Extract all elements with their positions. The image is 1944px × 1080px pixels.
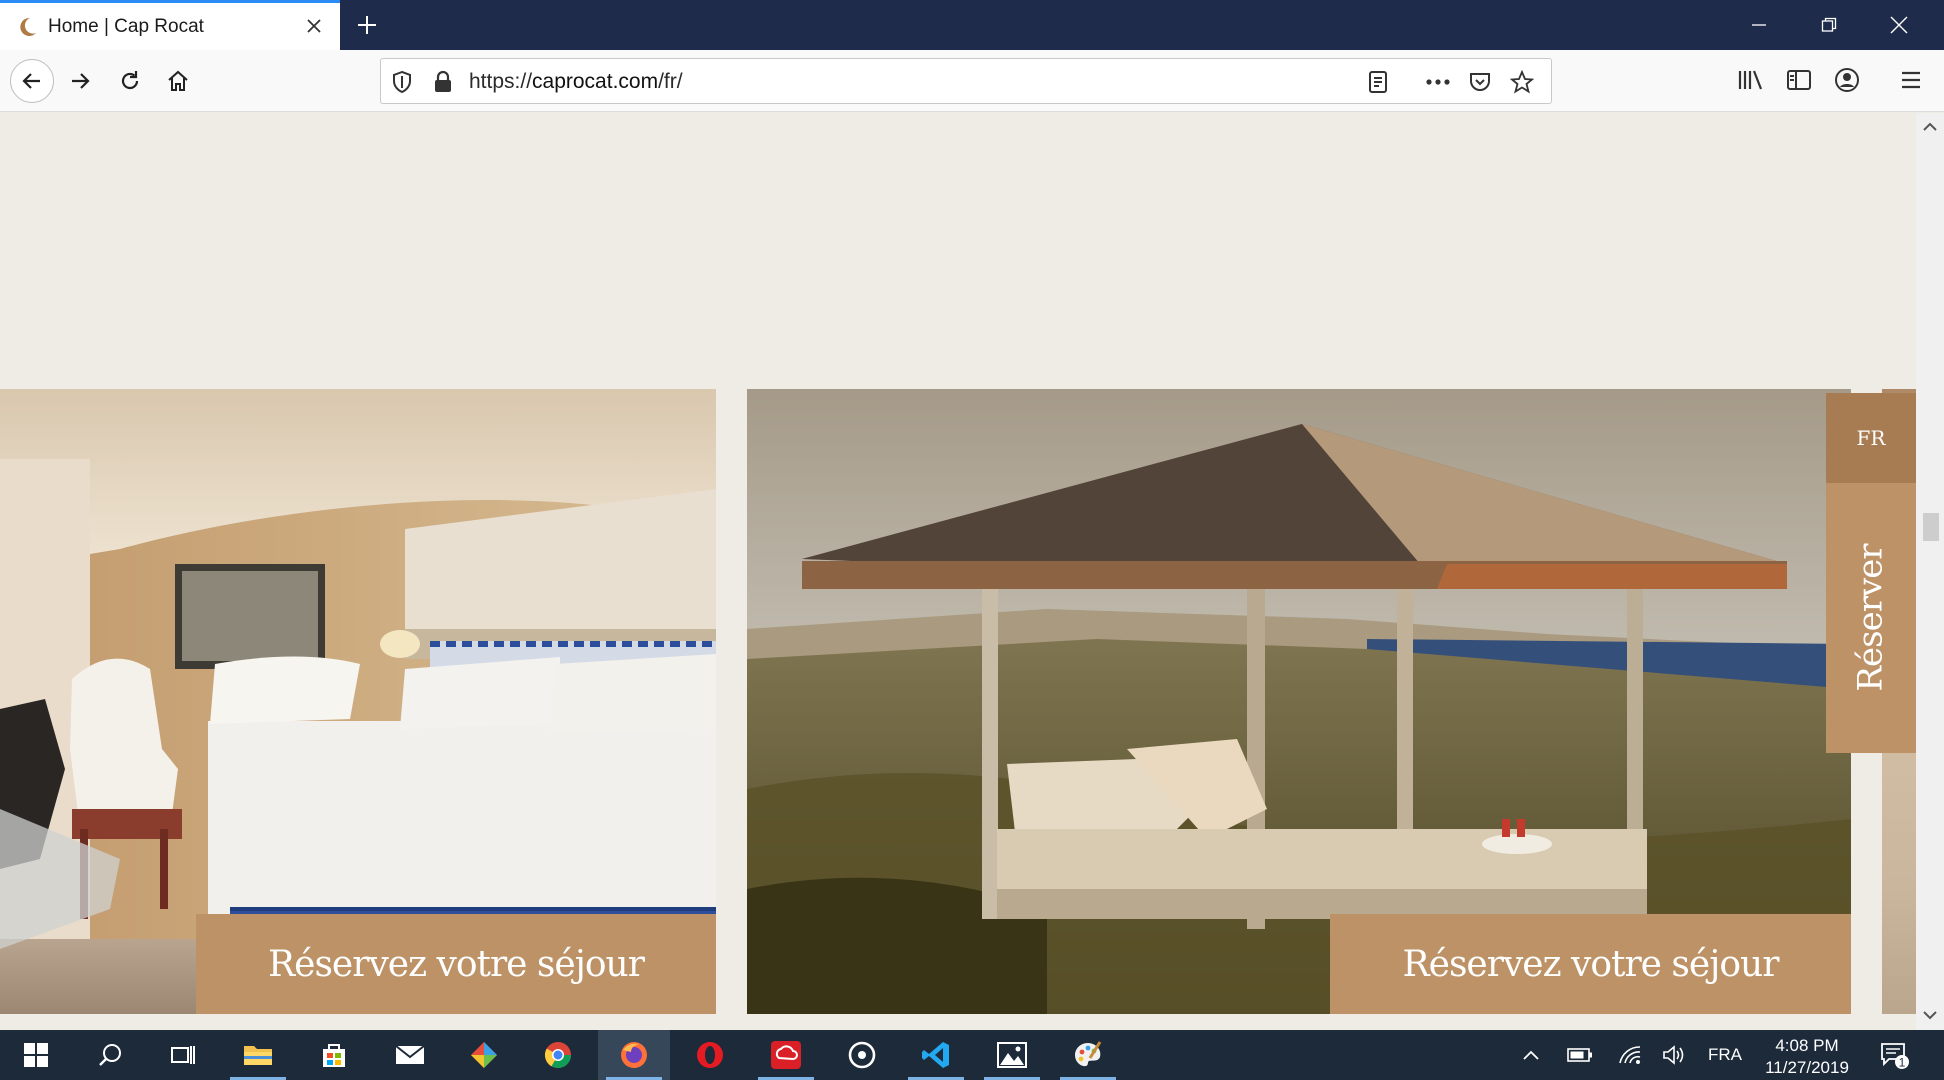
browser-tab[interactable]: Home | Cap Rocat: [0, 0, 340, 50]
clock-date: 11/27/2019: [1765, 1058, 1849, 1077]
clock[interactable]: 4:08 PM 11/27/2019: [1752, 1035, 1862, 1079]
chrome-icon[interactable]: [522, 1030, 594, 1080]
notifications-icon[interactable]: 1: [1872, 1030, 1916, 1080]
clock-time: 4:08 PM: [1775, 1036, 1839, 1055]
scroll-up-icon[interactable]: [1922, 119, 1938, 137]
home-button[interactable]: [158, 61, 198, 101]
reserve-side-button[interactable]: Réserver: [1826, 483, 1916, 753]
bookmark-star-icon[interactable]: [1509, 69, 1535, 95]
web-page: Réservez votre séjour Réservez votre séj…: [0, 113, 1916, 1030]
library-icon[interactable]: [1734, 63, 1768, 97]
close-tab-icon[interactable]: [302, 14, 326, 38]
paint-icon[interactable]: [1052, 1030, 1124, 1080]
book-stay-button[interactable]: Réservez votre séjour: [196, 914, 716, 1014]
address-bar[interactable]: https://caprocat.com/fr/: [380, 58, 1552, 104]
lock-icon[interactable]: [433, 70, 453, 99]
navigation-toolbar: https://caprocat.com/fr/: [0, 50, 1944, 112]
app-icon[interactable]: [448, 1030, 520, 1080]
tracking-shield-icon[interactable]: [391, 70, 413, 99]
pergola-card[interactable]: Réservez votre séjour: [747, 389, 1851, 1014]
scrollbar-thumb[interactable]: [1923, 513, 1939, 541]
restore-button[interactable]: [1794, 0, 1864, 50]
battery-icon[interactable]: [1562, 1030, 1598, 1080]
book-stay-button[interactable]: Réservez votre séjour: [1330, 914, 1851, 1014]
mail-icon[interactable]: [374, 1030, 446, 1080]
forward-button[interactable]: [60, 61, 100, 101]
opera-icon[interactable]: [674, 1030, 746, 1080]
input-language-indicator[interactable]: FRA: [1700, 1030, 1750, 1080]
store-icon[interactable]: [298, 1030, 370, 1080]
language-selector[interactable]: FR: [1826, 393, 1916, 483]
volume-icon[interactable]: [1656, 1030, 1692, 1080]
close-window-button[interactable]: [1864, 0, 1934, 50]
moon-favicon-icon: [14, 14, 40, 40]
url-text[interactable]: https://caprocat.com/fr/: [469, 70, 683, 94]
browser-titlebar: Home | Cap Rocat: [0, 0, 1944, 50]
show-hidden-icons-icon[interactable]: [1514, 1030, 1548, 1080]
svg-text:1: 1: [1899, 1056, 1906, 1070]
account-icon[interactable]: [1830, 63, 1864, 97]
page-scrollbar[interactable]: [1916, 113, 1944, 1030]
bedroom-card[interactable]: Réservez votre séjour: [0, 389, 716, 1014]
pocket-icon[interactable]: [1467, 69, 1493, 95]
reserve-label: Réserver: [1851, 544, 1891, 692]
new-tab-button[interactable]: [350, 8, 384, 42]
start-icon[interactable]: [0, 1030, 72, 1080]
reader-view-icon[interactable]: [1365, 69, 1391, 95]
firefox-icon[interactable]: [598, 1030, 670, 1080]
url-host: caprocat.com: [532, 70, 659, 93]
url-path: /fr/: [658, 70, 683, 93]
vscode-icon[interactable]: [900, 1030, 972, 1080]
scroll-down-icon[interactable]: [1922, 1009, 1938, 1027]
sidebar-icon[interactable]: [1782, 63, 1816, 97]
search-icon[interactable]: [74, 1030, 146, 1080]
windows-taskbar: FRA 4:08 PM 11/27/2019 1: [0, 1030, 1944, 1080]
back-button[interactable]: [10, 59, 54, 103]
reload-button[interactable]: [110, 61, 150, 101]
minimize-button[interactable]: [1724, 0, 1794, 50]
tab-title: Home | Cap Rocat: [48, 15, 204, 37]
media-icon[interactable]: [826, 1030, 898, 1080]
menu-hamburger-icon[interactable]: [1894, 63, 1928, 97]
wifi-icon[interactable]: [1612, 1030, 1648, 1080]
file-explorer-icon[interactable]: [222, 1030, 294, 1080]
page-actions-icon[interactable]: [1425, 69, 1451, 95]
url-scheme: https://: [469, 70, 533, 93]
task-view-icon[interactable]: [146, 1030, 218, 1080]
creative-cloud-icon[interactable]: [750, 1030, 822, 1080]
photos-icon[interactable]: [976, 1030, 1048, 1080]
